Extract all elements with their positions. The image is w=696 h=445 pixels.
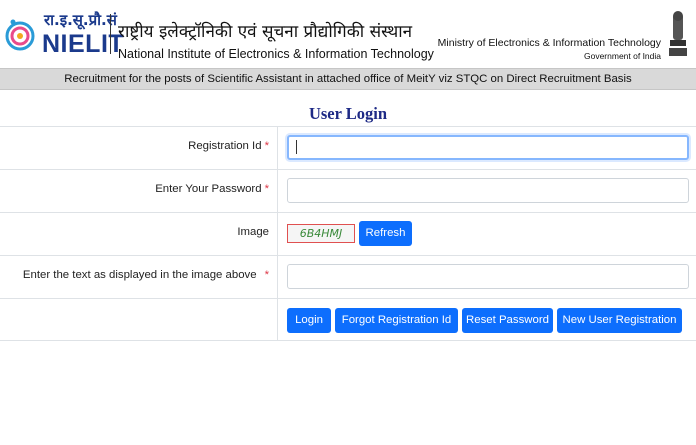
captcha-input-label-text: Enter the text as displayed in the image… [22, 269, 257, 281]
logo-hindi-text: रा.इ.सू.प्रौ.सं [44, 11, 117, 29]
captcha-image: 6B4HMJ [287, 224, 355, 243]
institute-name-english: National Institute of Electronics & Info… [118, 47, 434, 61]
label-cell: Image [0, 213, 278, 255]
reset-password-button[interactable]: Reset Password [462, 308, 553, 333]
password-label: Enter Your Password * [155, 183, 269, 195]
forgot-registration-id-button[interactable]: Forgot Registration Id [335, 308, 458, 333]
password-row: Enter Your Password * [0, 169, 696, 212]
national-emblem-icon [669, 11, 687, 56]
captcha-input[interactable] [287, 264, 689, 289]
page-title-text: User Login [308, 104, 388, 123]
registration-id-input[interactable] [287, 135, 689, 160]
header-divider [110, 14, 111, 54]
government-name: Government of India [583, 51, 661, 61]
label-cell: Registration Id * [0, 127, 278, 169]
new-user-registration-button[interactable]: New User Registration [557, 308, 682, 333]
password-label-text: Enter Your Password [155, 183, 262, 195]
page-title: User Login [0, 104, 696, 124]
nielit-logo-icon [5, 19, 35, 51]
refresh-captcha-button[interactable]: Refresh [359, 221, 412, 246]
required-mark: * [264, 269, 269, 281]
label-cell: Enter Your Password * [0, 170, 278, 212]
recruitment-notice: Recruitment for the posts of Scientific … [0, 68, 696, 90]
ministry-name: Ministry of Electronics & Information Te… [437, 37, 661, 49]
text-cursor [296, 140, 297, 154]
registration-label-text: Registration Id [188, 140, 262, 152]
site-header: रा.इ.सू.प्रौ.सं NIELIT राष्ट्रीय इलेक्ट्… [0, 0, 696, 68]
captcha-input-label: Enter the text as displayed in the image… [23, 269, 269, 281]
actions-row: Login Forgot Registration Id Reset Passw… [0, 298, 696, 341]
institute-name-hindi: राष्ट्रीय इलेक्ट्रॉनिकी एवं सूचना प्रौद्… [118, 22, 413, 42]
login-button[interactable]: Login [287, 308, 331, 333]
label-cell: Enter the text as displayed in the image… [0, 256, 278, 298]
password-input[interactable] [287, 178, 689, 203]
registration-label: Registration Id * [188, 140, 269, 152]
required-mark: * [264, 140, 269, 152]
captcha-input-row: Enter the text as displayed in the image… [0, 255, 696, 298]
registration-row: Registration Id * [0, 126, 696, 169]
logo-wordmark: NIELIT [42, 30, 125, 58]
image-label: Image [237, 226, 269, 238]
label-cell [0, 299, 278, 340]
required-mark: * [264, 183, 269, 195]
